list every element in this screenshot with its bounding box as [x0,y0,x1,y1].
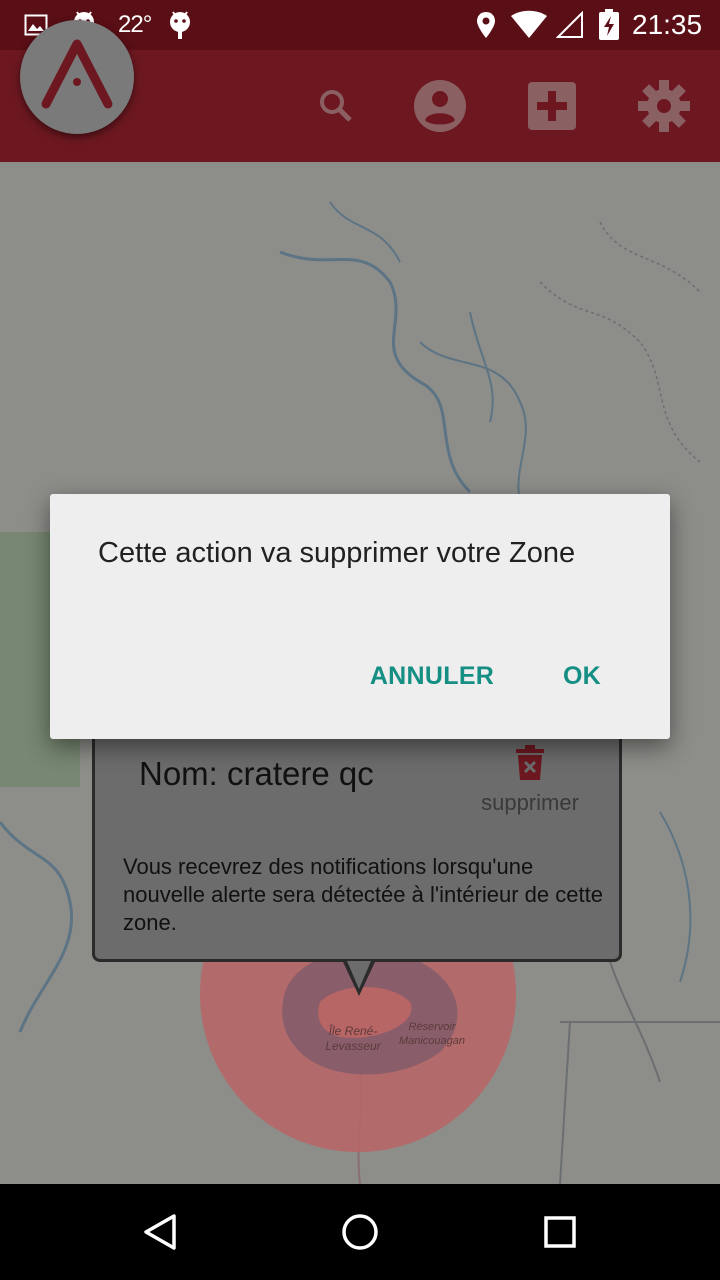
dialog-message: Cette action va supprimer votre Zone [98,537,576,569]
app-logo-icon [41,39,113,109]
back-icon [144,1214,176,1250]
confirm-delete-dialog: Cette action va supprimer votre Zone ANN… [50,494,670,739]
app-logo[interactable] [20,20,134,134]
ok-button[interactable]: OK [552,652,612,700]
home-icon [342,1214,378,1250]
recents-icon [544,1216,576,1248]
cancel-button[interactable]: ANNULER [362,652,502,700]
home-button[interactable] [330,1202,390,1262]
navigation-bar [0,1184,720,1280]
back-button[interactable] [130,1202,190,1262]
recents-button[interactable] [530,1202,590,1262]
